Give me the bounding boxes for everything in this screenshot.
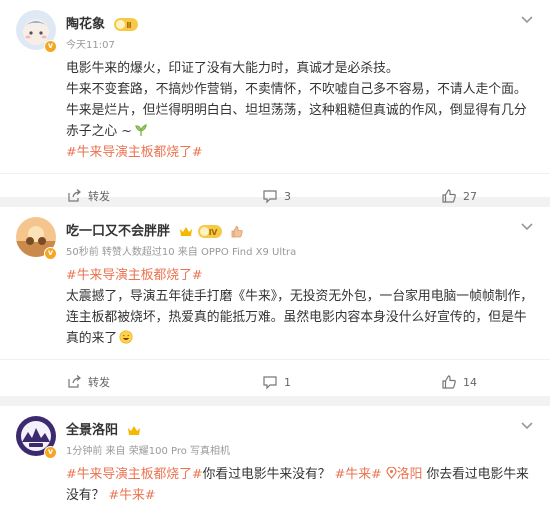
post-card: v 陶花象 Ⅱ 今天11:07 电影牛来的爆火，印证了没有大能力时，真诚才是必杀… xyxy=(0,0,550,204)
crown-badge-icon xyxy=(127,426,140,435)
share-button[interactable]: 转发 xyxy=(66,374,110,390)
like-button[interactable]: 14 xyxy=(441,374,477,390)
location-link[interactable]: 洛阳 xyxy=(386,466,423,482)
post-meta: 1分钟前 来自 荣耀100 Pro 写真相机 xyxy=(66,446,231,457)
post-meta: 今天11:07 xyxy=(66,40,115,51)
post-paragraph: 太震撼了，导演五年徒手打磨《牛来》，无投资无外包，一台家用电脑一帧帧制作，连主板… xyxy=(66,286,534,349)
laughing-emoji-icon xyxy=(119,330,133,344)
member-level-badge-icon: Ⅱ xyxy=(113,18,138,31)
share-icon xyxy=(68,375,81,388)
like-count: 27 xyxy=(463,189,477,203)
thumbs-up-icon xyxy=(442,189,456,203)
thumbs-up-icon xyxy=(442,375,456,389)
author-name-text[interactable]: 吃一口又不会胖胖 xyxy=(66,224,170,239)
post-paragraph: #牛来导演主板都烧了#你看过电影牛来没有？ #牛来# 洛阳 你去看过电影牛来没有… xyxy=(66,464,534,506)
author-name[interactable]: 陶花象 Ⅱ xyxy=(66,13,138,32)
author-name-text[interactable]: 全景洛阳 xyxy=(66,423,118,438)
post-paragraph: 电影牛来的爆火，印证了没有大能力时，真诚才是必杀技。 xyxy=(66,61,399,76)
share-label: 转发 xyxy=(88,376,110,389)
chevron-down-icon[interactable] xyxy=(518,416,536,434)
share-icon xyxy=(68,189,81,202)
verified-badge-icon: v xyxy=(44,40,57,53)
comment-count: 1 xyxy=(284,375,291,389)
post-card: v 全景洛阳 1分钟前 来自 荣耀100 Pro 写真相机 #牛来导演主板都烧了… xyxy=(0,406,550,515)
like-count: 14 xyxy=(463,375,477,389)
plant-emoji-icon xyxy=(135,124,147,136)
share-label: 转发 xyxy=(88,190,110,203)
post-meta: 50秒前 转赞人数超过10 来自 OPPO Find X9 Ultra xyxy=(66,247,297,258)
hashtag-link[interactable]: #牛来导演主板都烧了# xyxy=(66,467,203,482)
crown-badge-icon xyxy=(179,227,192,236)
chevron-down-icon[interactable] xyxy=(518,217,536,235)
share-button[interactable]: 转发 xyxy=(66,188,110,204)
post-paragraph: 牛来不变套路，不搞炒作营销，不卖情怀，不吹嘘自己多不容易，不请人走个面。 xyxy=(66,82,527,97)
svg-text:Ⅱ: Ⅱ xyxy=(126,21,131,30)
post-card: v 吃一口又不会胖胖 Ⅳ 50秒前 转赞人数超过10 来自 OPPO Find … xyxy=(0,207,550,396)
post-paragraph-text: 你看过电影牛来没有？ xyxy=(202,467,331,482)
post-header: v 陶花象 Ⅱ 今天11:07 xyxy=(0,0,550,58)
post-paragraph: 牛来是烂片，但烂得明明白白、坦坦荡荡，这种粗糙但真诚的作风，倒显得有几分赤子之心… xyxy=(66,100,534,142)
post-header: v 全景洛阳 1分钟前 来自 荣耀100 Pro 写真相机 xyxy=(0,406,550,464)
hashtag-link[interactable]: #牛来# xyxy=(108,488,155,503)
chevron-down-icon[interactable] xyxy=(518,10,536,28)
comment-count: 3 xyxy=(284,189,291,203)
hashtag-link[interactable]: #牛来导演主板都烧了# xyxy=(66,268,203,283)
svg-text:Ⅳ: Ⅳ xyxy=(209,228,218,237)
like-button[interactable]: 27 xyxy=(441,188,477,204)
comment-button[interactable]: 1 xyxy=(262,374,291,390)
hashtag-link[interactable]: #牛来# xyxy=(335,467,382,482)
hashtag-link[interactable]: #牛来导演主板都烧了# xyxy=(66,145,203,160)
comment-icon xyxy=(263,190,277,204)
post-content: #牛来导演主板都烧了#你看过电影牛来没有？ #牛来# 洛阳 你去看过电影牛来没有… xyxy=(0,464,550,506)
post-paragraph: #牛来导演主板都烧了# xyxy=(66,265,534,286)
thumbs-up-emoji-icon xyxy=(231,226,243,238)
author-name[interactable]: 吃一口又不会胖胖 Ⅳ xyxy=(66,220,243,239)
post-paragraph-text: 太震撼了，导演五年徒手打磨《牛来》，无投资无外包，一台家用电脑一帧帧制作，连主板… xyxy=(66,289,534,346)
location-pin-icon xyxy=(386,466,397,479)
post-content: 电影牛来的爆火，印证了没有大能力时，真诚才是必杀技。 牛来不变套路，不搞炒作营销… xyxy=(0,58,550,163)
post-content: #牛来导演主板都烧了# 太震撼了，导演五年徒手打磨《牛来》，无投资无外包，一台家… xyxy=(0,265,550,349)
action-bar: 转发 1 14 xyxy=(0,359,550,404)
comment-button[interactable]: 3 xyxy=(262,188,291,204)
author-name[interactable]: 全景洛阳 xyxy=(66,419,141,438)
verified-badge-icon: v xyxy=(44,247,57,260)
comment-icon xyxy=(263,376,277,390)
member-level-badge-icon: Ⅳ xyxy=(198,225,223,238)
verified-badge-icon: v xyxy=(44,446,57,459)
post-paragraph: #牛来导演主板都烧了# xyxy=(66,142,534,163)
author-name-text[interactable]: 陶花象 xyxy=(66,17,105,32)
location-name[interactable]: 洛阳 xyxy=(397,467,423,482)
post-header: v 吃一口又不会胖胖 Ⅳ 50秒前 转赞人数超过10 来自 OPPO Find … xyxy=(0,207,550,265)
